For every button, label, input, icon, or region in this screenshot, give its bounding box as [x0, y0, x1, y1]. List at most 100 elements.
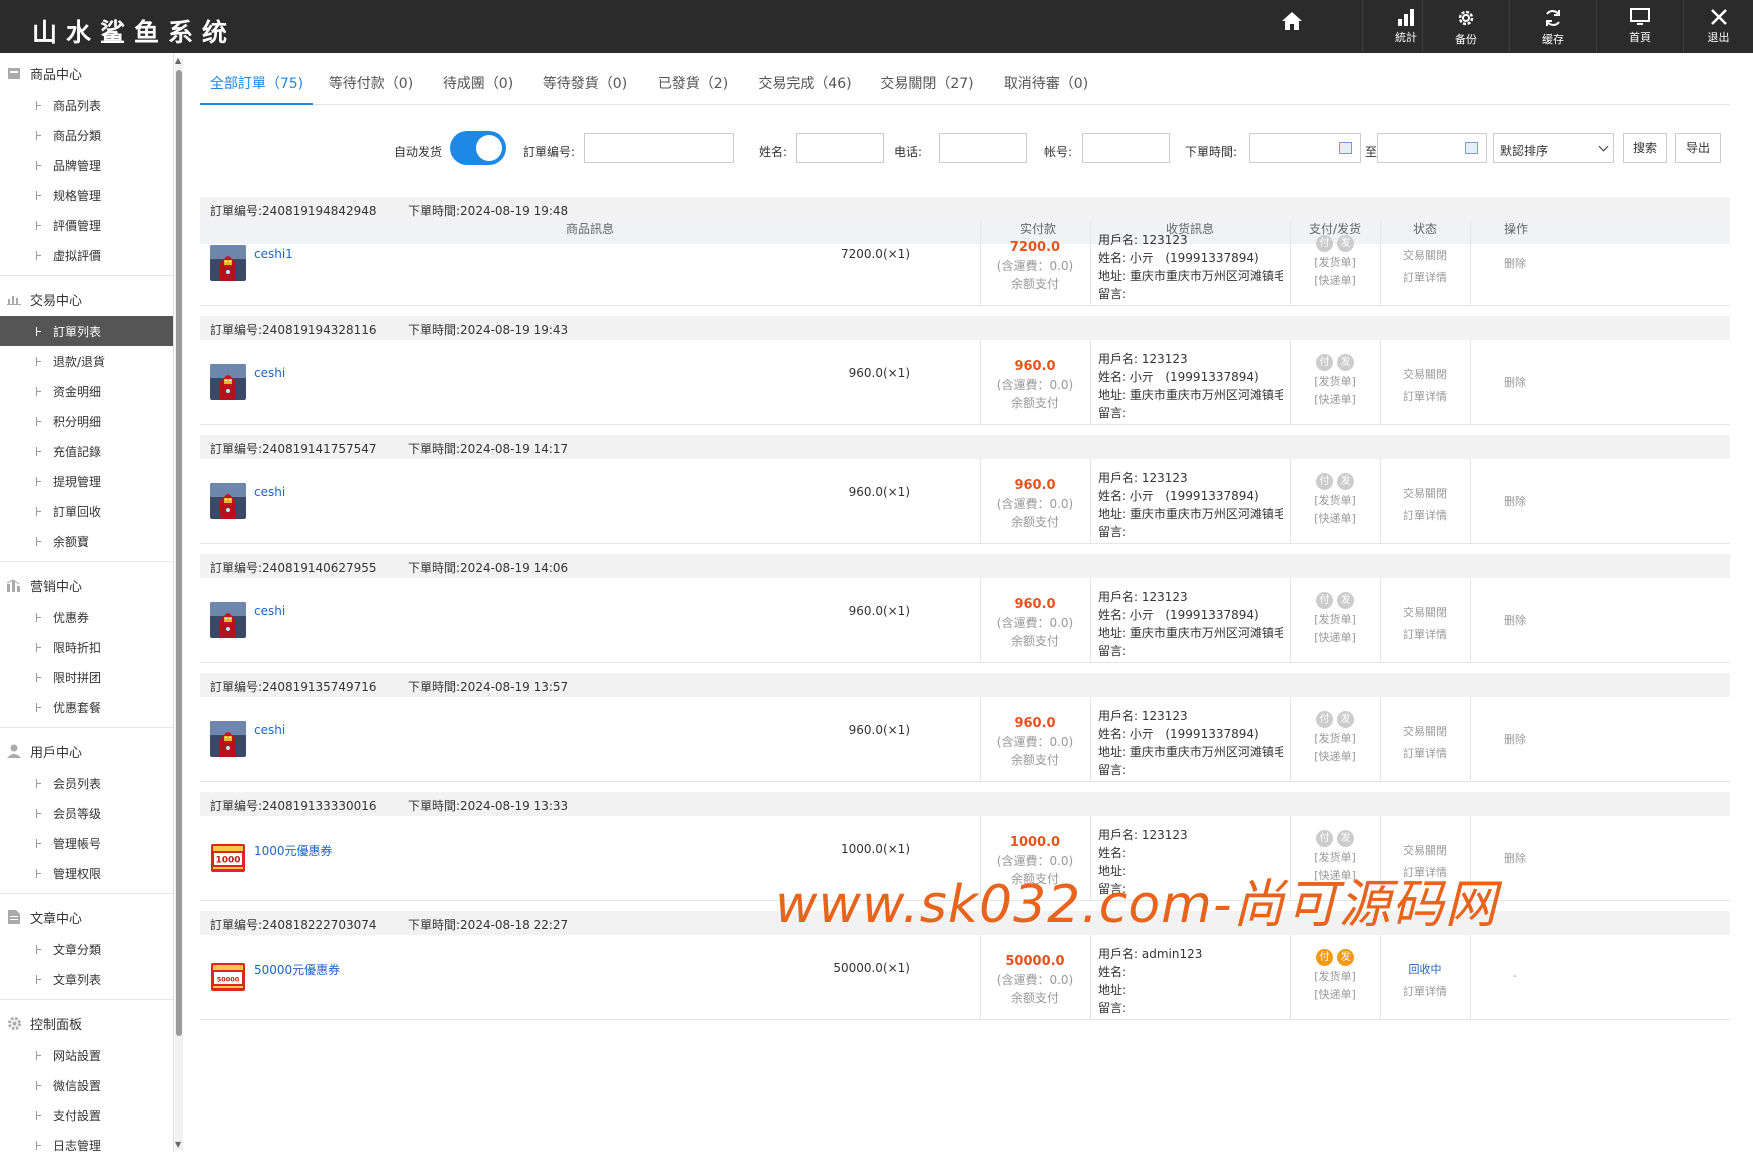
sidebar-item-recharge[interactable]: 充值記錄 [0, 436, 173, 466]
order-detail-link[interactable]: 訂單详情 [1380, 624, 1470, 646]
delete-button[interactable]: 删除 [1475, 731, 1555, 747]
tab-pending-shipment[interactable]: 等待發貨（0) [533, 65, 637, 105]
export-button[interactable]: 导出 [1675, 133, 1721, 163]
end-date-input[interactable] [1377, 133, 1487, 163]
delete-button[interactable]: 删除 [1475, 493, 1555, 509]
tab-closed[interactable]: 交易關閉（27) [872, 65, 982, 105]
order-detail-link[interactable]: 訂單详情 [1380, 505, 1470, 527]
express-doc-link[interactable]: [快递单] [1290, 986, 1380, 1004]
order-detail-link[interactable]: 訂單详情 [1380, 386, 1470, 408]
sidebar-item-group-buy[interactable]: 限时拼团 [0, 662, 173, 692]
sidebar-item-admin-accounts[interactable]: 管理帳号 [0, 828, 173, 858]
ship-doc-link[interactable]: [发货单] [1290, 611, 1380, 629]
product-name[interactable]: ceshi [254, 604, 285, 618]
sidebar-item-withdraw[interactable]: 提現管理 [0, 466, 173, 496]
sidebar-item-goods-category[interactable]: 商品分類 [0, 120, 173, 150]
sidebar-group-trade[interactable]: 交易中心 [0, 282, 173, 316]
sidebar-scrollbar-thumb[interactable] [176, 70, 182, 1036]
name-input[interactable] [796, 133, 884, 163]
sidebar-item-points[interactable]: 积分明细 [0, 406, 173, 436]
tab-all[interactable]: 全部訂單（75) [200, 65, 313, 105]
product-name[interactable]: 1000元優惠券 [254, 842, 333, 859]
sort-select[interactable]: 默認排序 [1493, 133, 1614, 163]
sidebar-item-wechat-settings[interactable]: 微信設置 [0, 1070, 173, 1100]
delete-button[interactable]: - [1475, 969, 1555, 982]
sidebar-item-site-settings[interactable]: 网站設置 [0, 1040, 173, 1070]
ship-doc-link[interactable]: [发货单] [1290, 492, 1380, 510]
ship-doc-link[interactable]: [发货单] [1290, 254, 1380, 272]
phone-input[interactable] [939, 133, 1027, 163]
sidebar-item-virtual-reviews[interactable]: 虚拟評價 [0, 240, 173, 270]
sidebar-item-bundles[interactable]: 优惠套餐 [0, 692, 173, 722]
product-thumbnail[interactable] [210, 721, 246, 757]
sidebar-group-articles[interactable]: 文章中心 [0, 900, 173, 934]
tab-shipped[interactable]: 已發貨（2) [647, 65, 739, 105]
express-doc-link[interactable]: [快递单] [1290, 391, 1380, 409]
express-doc-link[interactable]: [快递单] [1290, 510, 1380, 528]
order-detail-link[interactable]: 訂單详情 [1380, 981, 1470, 1003]
sidebar-item-goods-list[interactable]: 商品列表 [0, 90, 173, 120]
sidebar-item-brand[interactable]: 品牌管理 [0, 150, 173, 180]
sidebar-item-admin-permissions[interactable]: 管理权限 [0, 858, 173, 888]
sidebar-item-reviews[interactable]: 評價管理 [0, 210, 173, 240]
express-doc-link[interactable]: [快递单] [1290, 748, 1380, 766]
tab-cancel-review[interactable]: 取消待審（0) [994, 65, 1098, 105]
sidebar-item-refunds[interactable]: 退款/退貨 [0, 346, 173, 376]
product-name[interactable]: 50000元優惠券 [254, 961, 340, 978]
product-thumbnail[interactable] [210, 483, 246, 519]
ship-doc-link[interactable]: [发货单] [1290, 730, 1380, 748]
product-thumbnail[interactable] [210, 245, 246, 281]
product-name[interactable]: ceshi [254, 485, 285, 499]
express-doc-link[interactable]: [快递单] [1290, 272, 1380, 290]
start-date-input[interactable] [1249, 133, 1361, 163]
tab-completed[interactable]: 交易完成（46) [750, 65, 860, 105]
cache-button[interactable]: 缓存 [1509, 0, 1596, 53]
sidebar-item-flash-discount[interactable]: 限時折扣 [0, 632, 173, 662]
sidebar-item-payment-settings[interactable]: 支付設置 [0, 1100, 173, 1130]
sidebar-item-order-list[interactable]: 訂單列表 [0, 316, 173, 346]
scroll-up-icon[interactable]: ▲ [175, 56, 181, 65]
product-name[interactable]: ceshi1 [254, 247, 293, 261]
sidebar-group-users[interactable]: 用戶中心 [0, 734, 173, 768]
calendar-icon[interactable] [1465, 142, 1478, 154]
logout-button[interactable]: 退出 [1683, 0, 1753, 53]
delete-button[interactable]: 删除 [1475, 612, 1555, 628]
sidebar-group-marketing[interactable]: 营销中心 [0, 568, 173, 602]
sidebar-item-members[interactable]: 会员列表 [0, 768, 173, 798]
ship-doc-link[interactable]: [发货单] [1290, 373, 1380, 391]
search-button[interactable]: 搜索 [1623, 133, 1667, 163]
delete-button[interactable]: 删除 [1475, 374, 1555, 390]
tab-group-pending[interactable]: 待成團（0) [433, 65, 523, 105]
product-name[interactable]: ceshi [254, 723, 285, 737]
product-thumbnail[interactable] [210, 364, 246, 400]
delete-button[interactable]: 删除 [1475, 255, 1555, 271]
sidebar-item-balance[interactable]: 余额寶 [0, 526, 173, 556]
order-detail-link[interactable]: 訂單详情 [1380, 267, 1470, 289]
backup-button[interactable]: 备份 [1422, 0, 1509, 53]
order-no-input[interactable] [584, 133, 734, 163]
sidebar-group-goods[interactable]: 商品中心 [0, 56, 173, 90]
homepage-button[interactable]: 首頁 [1596, 0, 1683, 53]
order-detail-link[interactable]: 訂單详情 [1380, 743, 1470, 765]
product-thumbnail[interactable]: 50000 [210, 959, 246, 995]
sidebar-item-order-recycle[interactable]: 訂單回收 [0, 496, 173, 526]
product-thumbnail[interactable]: 1000 [210, 840, 246, 876]
express-doc-link[interactable]: [快递单] [1290, 629, 1380, 647]
ship-doc-link[interactable]: [发货单] [1290, 968, 1380, 986]
auto-ship-toggle[interactable] [450, 131, 506, 165]
product-name[interactable]: ceshi [254, 366, 285, 380]
sidebar-item-spec[interactable]: 规格管理 [0, 180, 173, 210]
account-input[interactable] [1082, 133, 1170, 163]
calendar-icon[interactable] [1339, 142, 1352, 154]
sidebar-item-funds[interactable]: 资金明细 [0, 376, 173, 406]
home-button[interactable] [1270, 8, 1314, 48]
sidebar-item-member-levels[interactable]: 会员等级 [0, 798, 173, 828]
tab-pending-payment[interactable]: 等待付款（0) [320, 65, 422, 105]
sidebar-group-control[interactable]: 控制面板 [0, 1006, 173, 1040]
sidebar-item-logs[interactable]: 日志管理 [0, 1130, 173, 1152]
sidebar-item-coupons[interactable]: 优惠券 [0, 602, 173, 632]
scroll-down-icon[interactable]: ▼ [175, 1140, 181, 1149]
product-thumbnail[interactable] [210, 602, 246, 638]
sidebar-item-article-category[interactable]: 文章分類 [0, 934, 173, 964]
sidebar-item-article-list[interactable]: 文章列表 [0, 964, 173, 994]
